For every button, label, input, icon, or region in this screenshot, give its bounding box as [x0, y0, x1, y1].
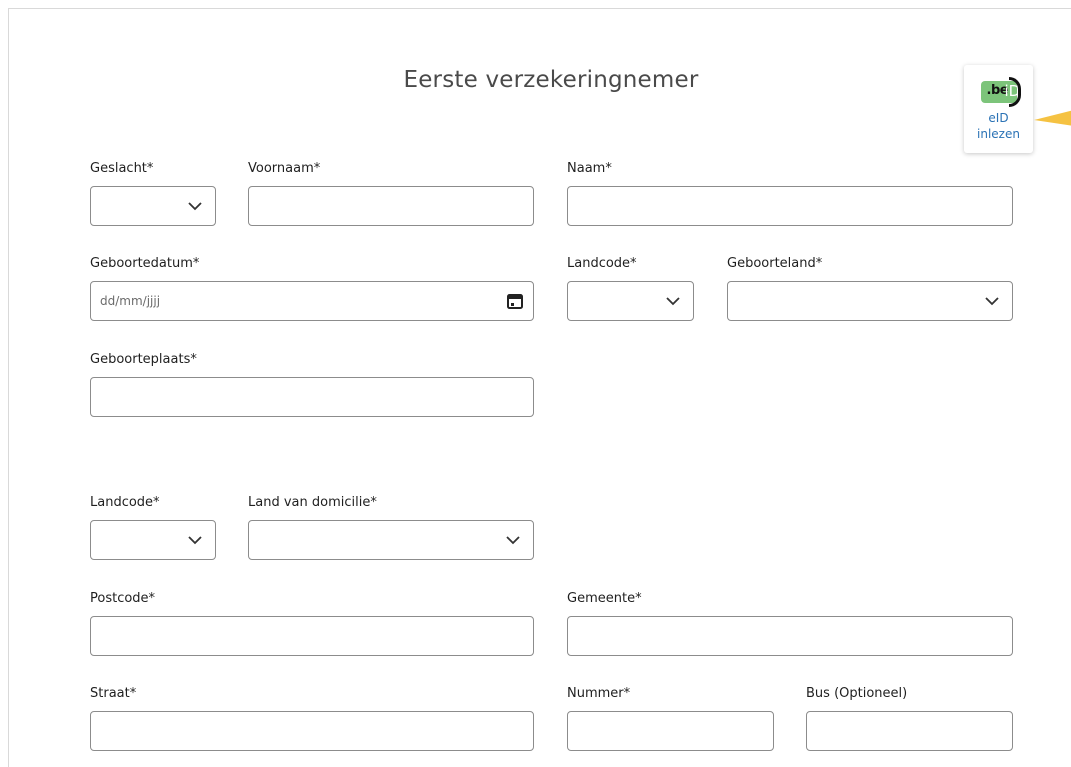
geboorteplaats-label: Geboorteplaats* — [90, 352, 197, 367]
landcode-birth-select[interactable] — [567, 281, 694, 321]
land-domicilie-label: Land van domicilie* — [248, 495, 377, 510]
gemeente-label: Gemeente* — [567, 591, 642, 606]
landcode-domicile-label: Landcode* — [90, 495, 160, 510]
eid-read-label: eID inlezen — [977, 110, 1020, 142]
straat-input[interactable] — [90, 711, 534, 751]
voornaam-label: Voornaam* — [248, 161, 321, 176]
landcode-domicile-select[interactable] — [90, 520, 216, 560]
voornaam-input[interactable] — [248, 186, 534, 226]
page-title: Eerste verzekeringnemer — [403, 67, 699, 93]
geboortedatum-label: Geboortedatum* — [90, 256, 200, 271]
nummer-input[interactable] — [567, 711, 774, 751]
land-domicilie-select[interactable] — [248, 520, 534, 560]
naam-label: Naam* — [567, 161, 612, 176]
geboorteplaats-input[interactable] — [90, 377, 534, 417]
landcode-birth-label: Landcode* — [567, 256, 637, 271]
postcode-input[interactable] — [90, 616, 534, 656]
geboortedatum-placeholder: dd/mm/jjjj — [100, 294, 161, 308]
pointer-arrow-icon — [1034, 110, 1071, 126]
geboorteland-label: Geboorteland* — [727, 256, 823, 271]
gemeente-input[interactable] — [567, 616, 1013, 656]
bus-input[interactable] — [806, 711, 1013, 751]
belgian-eid-logo-icon: .be iD — [978, 77, 1021, 107]
postcode-label: Postcode* — [90, 591, 156, 606]
chevron-down-icon — [188, 536, 202, 545]
naam-input[interactable] — [567, 186, 1013, 226]
geslacht-select[interactable] — [90, 186, 216, 226]
chevron-down-icon — [506, 536, 520, 545]
eid-read-button[interactable]: .be iD eID inlezen — [964, 65, 1033, 153]
bus-label: Bus (Optioneel) — [806, 686, 908, 701]
geslacht-label: Geslacht* — [90, 161, 154, 176]
chevron-down-icon — [985, 297, 999, 306]
nummer-label: Nummer* — [567, 686, 631, 701]
eid-label-line1: eID — [988, 111, 1009, 125]
eid-label-line2: inlezen — [977, 127, 1020, 141]
straat-label: Straat* — [90, 686, 137, 701]
chevron-down-icon — [188, 202, 202, 211]
geboorteland-select[interactable] — [727, 281, 1013, 321]
chevron-down-icon — [666, 297, 680, 306]
geboortedatum-input[interactable]: dd/mm/jjjj — [90, 281, 534, 321]
calendar-icon[interactable] — [505, 291, 525, 311]
